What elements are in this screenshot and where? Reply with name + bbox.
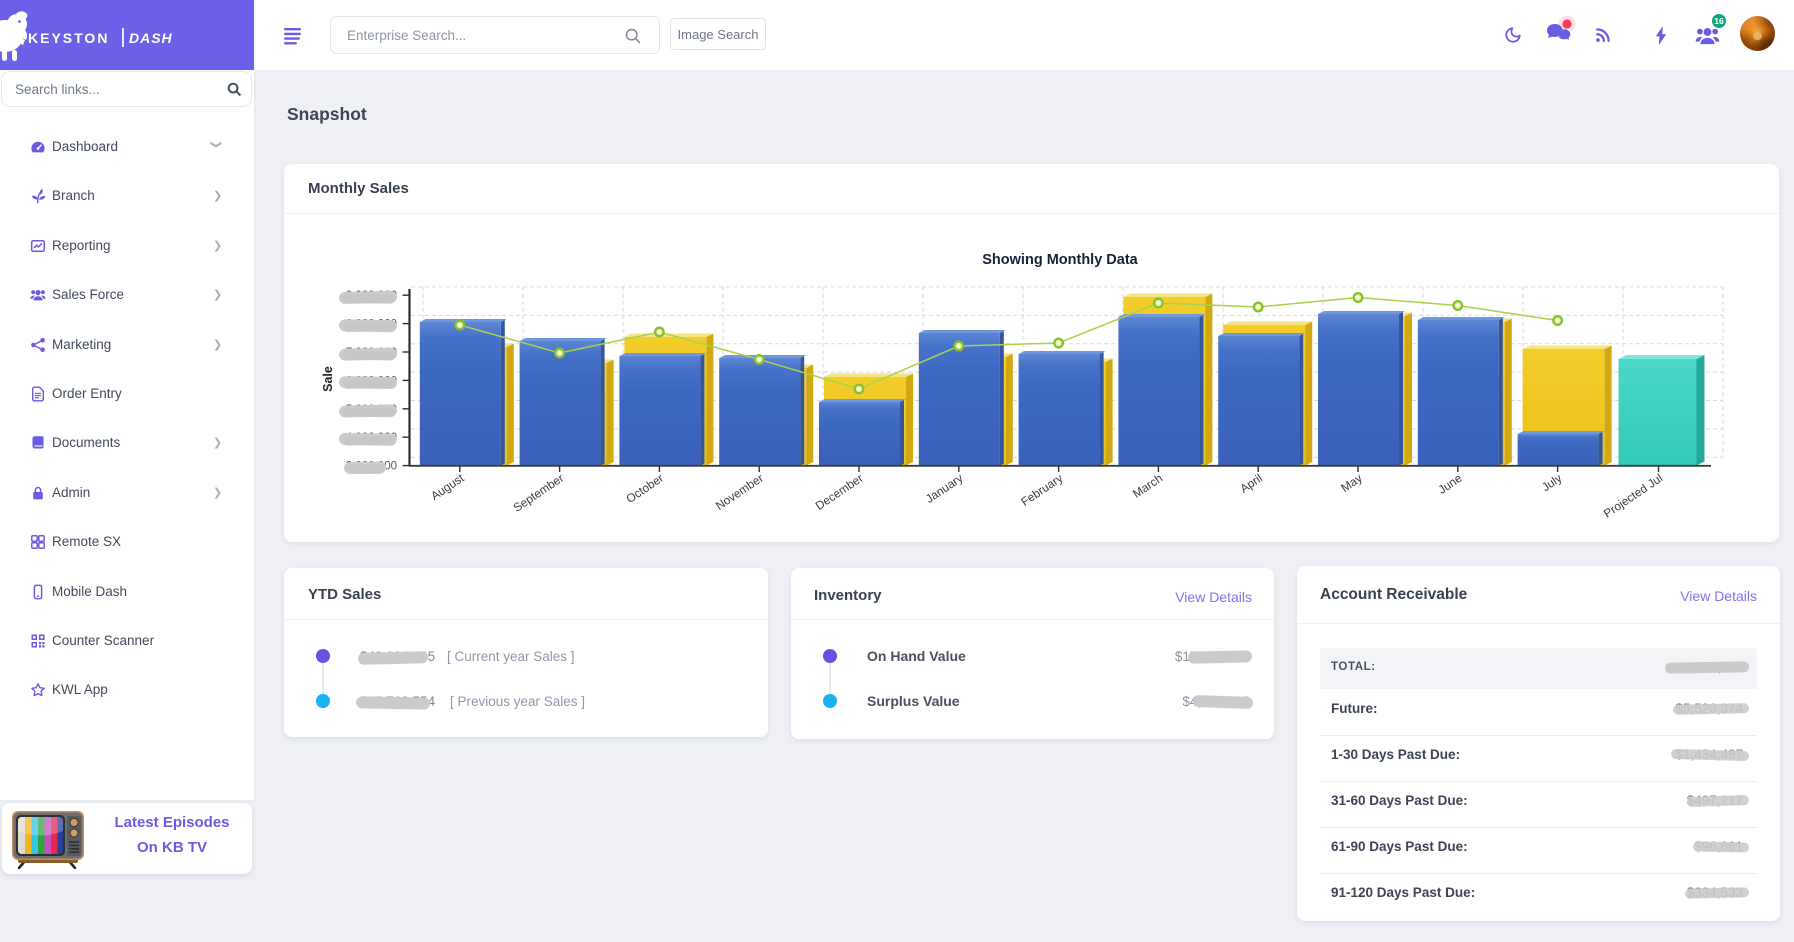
svg-text:June: June [1435, 471, 1464, 497]
svg-text:September: September [511, 471, 567, 515]
svg-text:February: February [1018, 471, 1065, 509]
svg-text:May: May [1338, 471, 1364, 495]
svg-text:July: July [1539, 471, 1564, 494]
svg-text:Sale: Sale [321, 366, 335, 392]
svg-text:October: October [623, 471, 666, 506]
svg-text:April: April [1237, 471, 1264, 496]
svg-text:August: August [428, 470, 467, 503]
svg-text:Showing Monthly Data: Showing Monthly Data [982, 252, 1138, 268]
svg-text:November: November [713, 471, 766, 513]
svg-text:January: January [923, 471, 966, 506]
svg-text:March: March [1130, 471, 1165, 501]
svg-text:Projected Jul: Projected Jul [1601, 471, 1665, 521]
svg-text:December: December [813, 471, 866, 513]
